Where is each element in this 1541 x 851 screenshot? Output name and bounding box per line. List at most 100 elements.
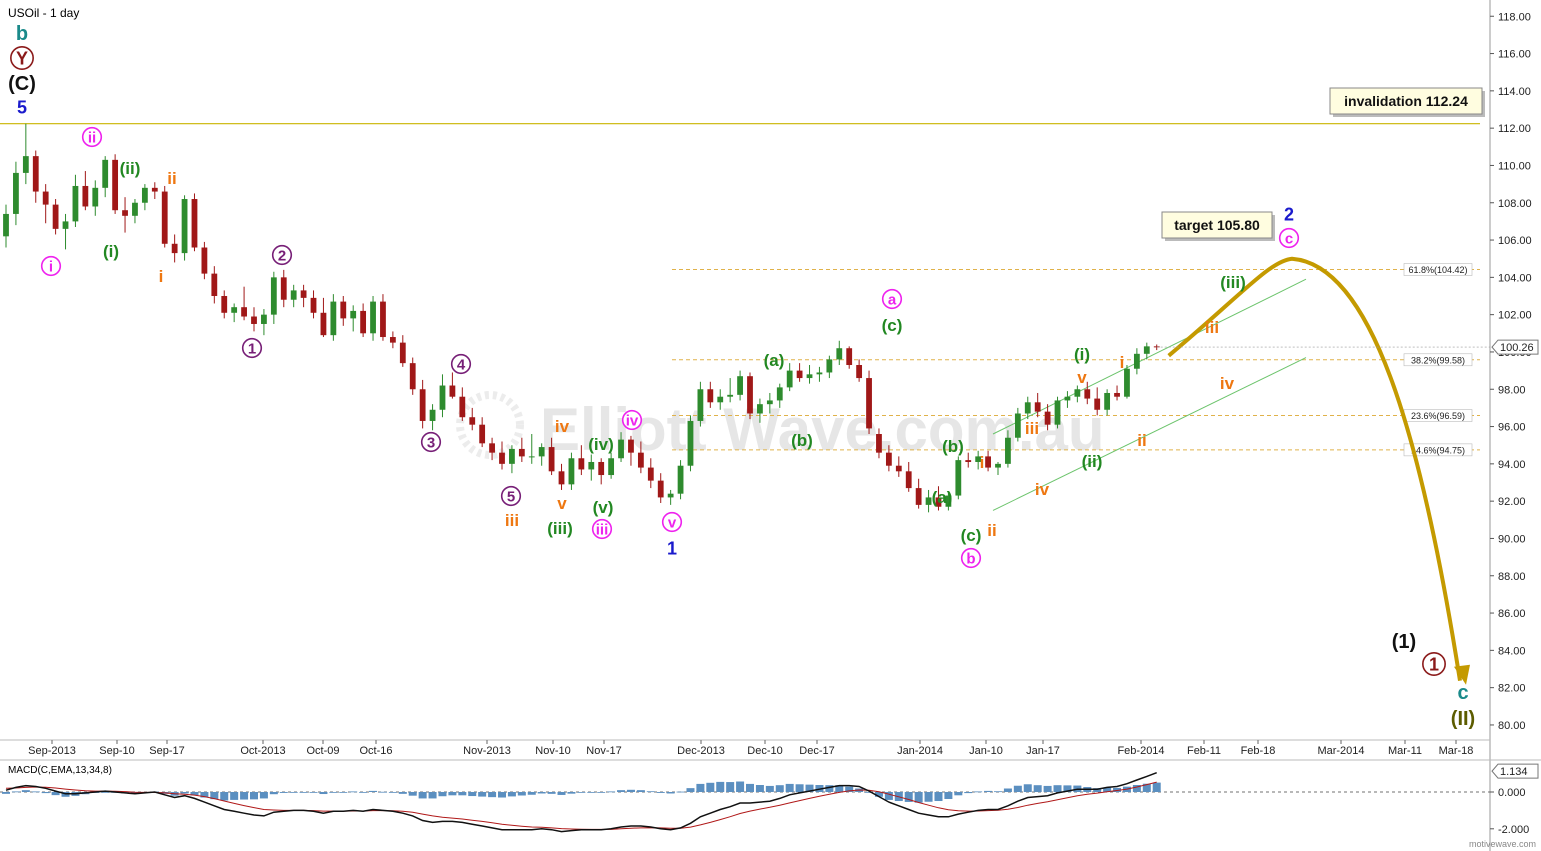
date-tick-label: Jan-2014 [897,745,943,757]
macd-histogram-bar [349,791,358,793]
candle-body [687,420,694,466]
candle-body [330,301,337,336]
macd-histogram-bar [299,792,308,793]
candle-body [280,277,287,300]
price-tick-label: 102.00 [1498,310,1532,322]
candle [72,174,79,227]
wave-label: i [159,267,164,286]
candle [528,434,535,464]
candle-body [122,210,128,216]
candle-body [707,389,714,403]
macd-histogram-bar [984,790,993,792]
candle-body [141,187,148,203]
wave-label-text: (1) [1392,631,1416,653]
candle-body [885,452,892,466]
wave-label: 2 [271,244,293,266]
candle-body [261,314,267,324]
candle-body [201,247,208,274]
wave-label-text: 2 [278,247,286,264]
wave-label: a [881,288,903,310]
macd-histogram-bar [577,792,586,793]
wave-label-text: c [1285,230,1293,247]
price-tick-label: 112.00 [1498,123,1531,135]
wave-label-text: (i) [1074,345,1090,364]
candle [509,445,515,474]
candle [806,365,813,384]
date-tick-label: Dec-17 [799,745,834,757]
candle-body [340,301,347,319]
candle [370,296,376,341]
candle [241,286,247,321]
wave-label: 5 [500,485,522,507]
macd-histogram-bar [636,790,645,792]
macd-histogram-bar [41,792,50,794]
annotation-box: target 105.80 [1161,211,1275,241]
candle-body [647,467,654,481]
wave-label-text: 1 [667,538,677,558]
macd-histogram-bar [220,792,229,801]
candle-body [667,493,674,498]
candle-body [161,191,168,244]
date-tick-label: Oct-2013 [240,745,285,757]
wave-label: (a) [932,488,953,507]
candle-body [608,458,615,476]
date-tick-label: Nov-10 [535,745,570,757]
candle-body [637,452,644,468]
candle-body [300,290,307,298]
candle-body [1014,413,1021,438]
wave-label: 2 [1284,204,1294,224]
candle [687,415,694,472]
macd-tick-label: -2.000 [1498,824,1529,836]
candle [112,154,119,214]
candle [677,460,684,500]
macd-histogram-bar [676,791,685,793]
macd-histogram-bar [726,782,735,792]
candle-body [985,456,991,468]
wave-label: iv [621,409,643,431]
candle [469,407,476,431]
candle [846,346,853,369]
candle-body [380,301,386,338]
wave-label-text: (a) [932,488,953,507]
macd-histogram-bar [507,792,516,797]
wave-label: (b) [791,431,813,450]
wave-label-text: iv [1035,480,1050,499]
annotation-box-text: target 105.80 [1174,217,1260,233]
date-tick-label: Sep-10 [99,745,134,757]
wave-label: iii [505,511,519,530]
last-price-badge: 100.26 [1491,339,1539,355]
candle-body [1074,389,1081,397]
candle-body [955,460,962,496]
candle-body [409,363,416,390]
macd-histogram-bar [944,792,953,799]
wave-label-text: i [1120,353,1125,372]
wave-label: (iv) [588,435,614,454]
candle-body [786,370,793,388]
candle-body [231,307,238,313]
wave-label: (c) [961,526,982,545]
candle-body [350,310,357,319]
wave-label-text: 3 [427,434,435,451]
wave-label-text: (iii) [1220,273,1246,292]
date-axis: Sep-2013 Sep-10 Sep-17 Oct-2013 Oct-09 Oct-16… [0,739,1490,757]
candle-body [578,458,585,470]
macd-histogram-bar [279,792,288,793]
candle-body [1084,389,1091,399]
candle [995,461,1001,476]
price-tick-label: 118.00 [1498,11,1531,23]
wave-label: (c) [882,316,903,335]
wave-label: 5 [17,97,27,117]
candle-body [816,372,823,375]
macd-panel: MACD(C,EMA,13,34,8) 1.134 0.000 -2.000 [0,759,1541,836]
wave-label: (C) [8,73,36,95]
candle [786,363,793,392]
macd-histogram-bar [914,792,923,803]
candle-body [766,400,773,405]
macd-histogram-bar [557,792,566,795]
candle-body [1094,398,1101,410]
macd-histogram-bar [2,792,10,794]
macd-histogram-bar [269,792,278,795]
macd-histogram-bar [428,792,437,799]
macd-histogram-bar [597,792,606,793]
candle [905,461,912,492]
